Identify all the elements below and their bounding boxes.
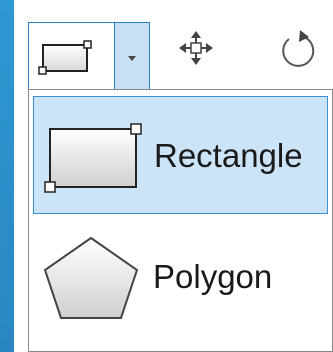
shape-button[interactable] [29, 23, 115, 91]
window-edge [0, 0, 14, 352]
menu-item-label: Rectangle [154, 137, 303, 174]
menu-item-polygon[interactable]: Polygon [33, 218, 328, 336]
menu-item-rectangle[interactable]: Rectangle [33, 96, 328, 214]
move-icon [179, 31, 213, 65]
rectangle-shape-icon [38, 40, 92, 75]
toolbar [14, 0, 333, 91]
move-tool[interactable] [174, 26, 218, 75]
pentagon-shape-icon [43, 236, 139, 319]
rotate-tool[interactable] [276, 26, 320, 75]
shape-split-button [28, 22, 150, 91]
shape-dropdown-menu: Rectangle Polygon [28, 89, 333, 352]
screenshot-stage: Rectangle Polygon [0, 0, 333, 352]
rotate-icon [282, 30, 315, 67]
rectangle-shape-icon [44, 123, 142, 193]
chevron-down-icon [128, 56, 136, 61]
application-window: Rectangle Polygon [14, 0, 333, 352]
shape-dropdown-button[interactable] [115, 23, 149, 91]
menu-item-label: Polygon [153, 258, 273, 295]
